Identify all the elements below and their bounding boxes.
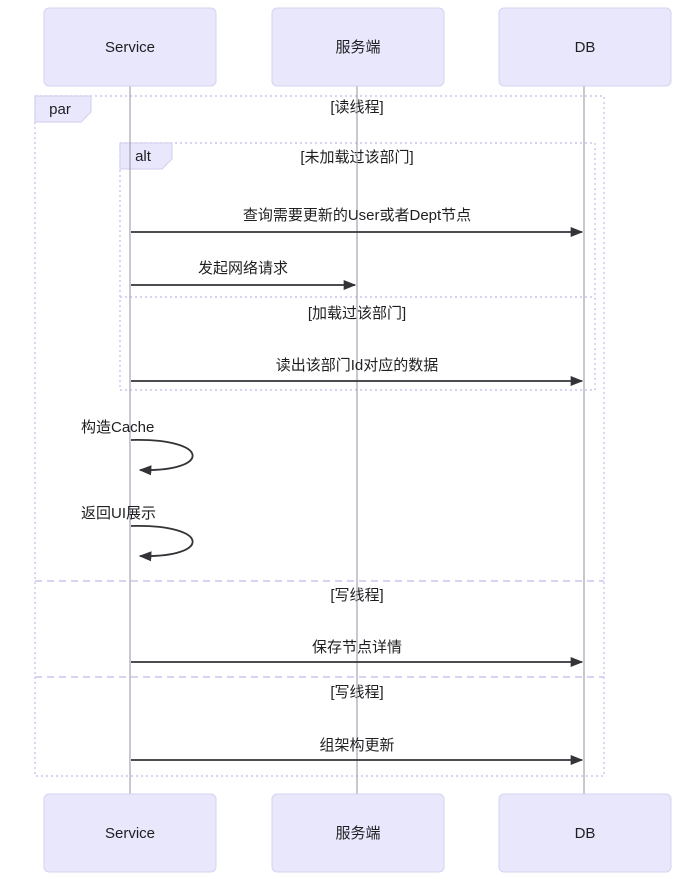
msg-network-request-label: 发起网络请求: [198, 260, 288, 277]
participant-label-service-top: Service: [105, 39, 155, 56]
frame-tab-label-par: par: [49, 101, 71, 118]
sequence-diagram-canvas: par [读线程] [写线程] [写线程] alt [未加载过该部门] [加载过该部门] 查…: [0, 0, 688, 880]
participant-server-top[interactable]: 服务端: [271, 7, 445, 87]
lifelines-layer: [129, 86, 585, 794]
participant-service-top[interactable]: Service: [43, 7, 217, 87]
msg-query-nodes-label: 查询需要更新的User或者Dept节点: [243, 207, 471, 224]
msg-build-cache-loop: [130, 439, 194, 476]
msg-return-ui-label: 返回UI展示: [81, 505, 156, 522]
sequence-diagram-svg: par [读线程][写线程][写线程]alt [未加载过该部门][加载过该部门] 查…: [34, 7, 672, 873]
participant-label-service-bottom: Service: [105, 825, 155, 842]
frame-tab-label-alt: alt: [135, 148, 152, 165]
msg-return-ui-loop: [130, 525, 194, 562]
participant-label-server-top: 服务端: [335, 39, 380, 56]
msg-build-cache-label: 构造Cache: [81, 419, 154, 436]
msg-org-structure-update-label: 组架构更新: [319, 737, 394, 754]
msg-build-cache: 构造Cache: [81, 419, 194, 476]
participant-label-db-bottom: DB: [575, 825, 596, 842]
frames-layer: par [读线程][写线程][写线程]alt [未加载过该部门][加载过该部门]: [34, 95, 605, 777]
participant-label-server-bottom: 服务端: [335, 825, 380, 842]
participant-label-db-top: DB: [575, 39, 596, 56]
frame-par: par [读线程][写线程][写线程]: [34, 95, 605, 777]
msg-read-dept-data-label: 读出该部门Id对应的数据: [276, 356, 439, 374]
participant-service-bottom[interactable]: Service: [43, 793, 217, 873]
msg-save-node-detail-label: 保存节点详情: [312, 639, 402, 656]
participant-db-top[interactable]: DB: [498, 7, 672, 87]
frame-border-par: [34, 95, 605, 777]
msg-network-request: 发起网络请求: [131, 260, 357, 291]
participant-db-bottom[interactable]: DB: [498, 793, 672, 873]
participant-server-bottom[interactable]: 服务端: [271, 793, 445, 873]
msg-return-ui: 返回UI展示: [81, 505, 194, 562]
